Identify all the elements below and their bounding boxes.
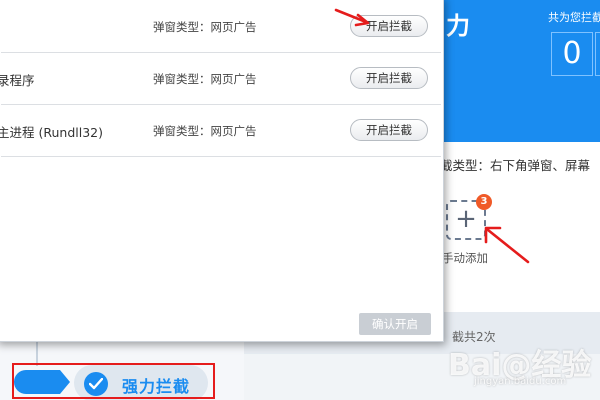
watermark-url: jingyan.baidu.com xyxy=(474,376,567,387)
enable-block-button[interactable]: 开启拦截 xyxy=(350,119,428,141)
plus-icon: + xyxy=(455,204,477,234)
popup-type: 弹窗类型：网页广告 xyxy=(153,72,257,86)
counter-digit: 0 xyxy=(551,32,593,76)
notification-badge: 3 xyxy=(476,194,492,210)
list-item: 主进程 (Rundll32) 弹窗类型：网页广告 开启拦截 xyxy=(0,105,441,157)
annotation-arrow-icon xyxy=(484,226,530,264)
popup-type: 弹窗类型：网页广告 xyxy=(153,124,257,138)
popup-list-dialog: 弹窗类型：网页广告 开启拦截 录程序 弹窗类型：网页广告 开启拦截 主进程 (R… xyxy=(0,0,444,342)
annotation-arrow-icon xyxy=(334,8,370,27)
confirm-enable-button[interactable]: 确认开启 xyxy=(359,313,431,335)
list-item: 弹窗类型：网页广告 开启拦截 xyxy=(1,1,441,53)
popup-type: 弹窗类型：网页广告 xyxy=(153,20,257,34)
list-item: 录程序 弹窗类型：网页广告 开启拦截 xyxy=(0,53,441,105)
counter-digit: 0 xyxy=(595,32,600,76)
header-title: 力 xyxy=(446,12,470,40)
total-blocked-label: 共为您拦截 xyxy=(548,11,600,24)
annotation-highlight-box xyxy=(12,363,215,399)
enable-block-button[interactable]: 开启拦截 xyxy=(350,67,428,89)
program-name: 主进程 (Rundll32) xyxy=(0,125,103,140)
program-name: 录程序 xyxy=(0,73,35,88)
block-types-text: 截类型：右下角弹窗、屏幕 xyxy=(440,158,591,173)
